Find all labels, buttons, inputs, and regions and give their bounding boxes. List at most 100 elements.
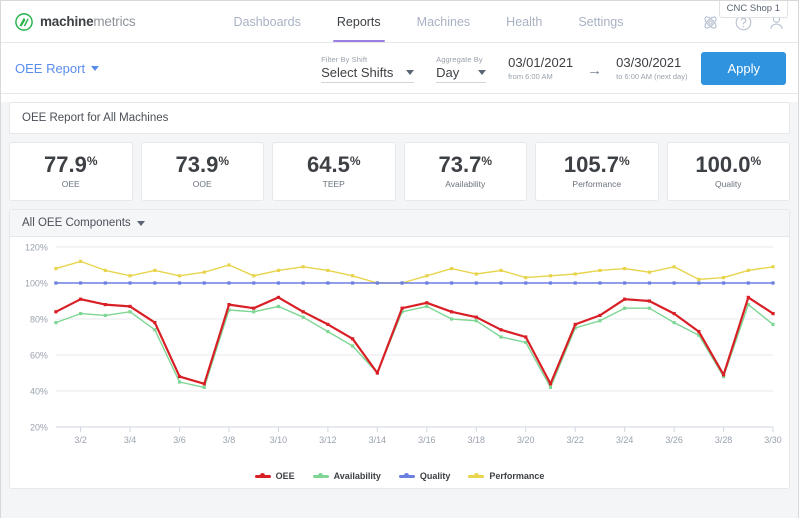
legend-item-oee[interactable]: OEE [254, 471, 295, 481]
aggregate-by-field: Aggregate By Day [436, 54, 487, 83]
kpi-card-row: 77.9% OEE 73.9% OOE 64.5% TEEP 73.7% Ava… [1, 134, 798, 201]
x-axis-tick-label: 3/18 [468, 435, 485, 445]
report-type-selector[interactable]: OEE Report [15, 60, 100, 76]
legend-item-availability[interactable]: Availability [312, 471, 381, 481]
start-date-time: from 6:00 AM [508, 71, 553, 81]
y-axis-tick-label: 20% [30, 422, 48, 432]
kpi-unit: % [86, 154, 98, 168]
report-content: OEE Report for All Machines 77.9% OEE 73… [1, 102, 798, 518]
kpi-number: 73.9 [175, 152, 219, 177]
x-axis-tick-label: 3/26 [665, 435, 682, 445]
kpi-number: 105.7 [563, 152, 619, 177]
legend-swatch-icon [254, 473, 271, 478]
kpi-number: 73.7 [438, 152, 482, 177]
kpi-card-quality: 100.0% Quality [666, 142, 790, 201]
nav-tab-settings[interactable]: Settings [560, 1, 641, 42]
kpi-value-ooe: 73.9% [176, 154, 230, 176]
kpi-unit: % [618, 154, 630, 168]
shift-filter-select[interactable]: Select Shifts [321, 64, 415, 83]
kpi-unit: % [349, 154, 361, 168]
filter-toolbar: OEE Report Filter By Shift Select Shifts… [1, 43, 798, 94]
x-axis-tick-label: 3/4 [124, 435, 136, 445]
nav-tab-health[interactable]: Health [488, 1, 560, 42]
kpi-value-availability: 73.7% [439, 154, 493, 176]
chart-legend: OEE Availability Quality Performance [10, 471, 789, 481]
chevron-down-icon [406, 69, 415, 75]
apply-button[interactable]: Apply [701, 52, 786, 85]
kpi-unit: % [750, 154, 762, 168]
x-axis-tick-label: 3/12 [319, 435, 336, 445]
x-axis-tick-label: 3/2 [74, 435, 86, 445]
legend-swatch-icon [398, 473, 415, 478]
start-date-picker[interactable]: 03/01/2021 from 6:00 AM [508, 55, 574, 81]
kpi-number: 64.5 [307, 152, 350, 177]
x-axis-tick-label: 3/6 [173, 435, 185, 445]
kpi-card-performance: 105.7% Performance [535, 142, 659, 201]
kpi-card-oee: 77.9% OEE [9, 142, 133, 201]
legend-label: Availability [333, 471, 381, 481]
chevron-down-icon [136, 220, 145, 226]
y-axis-tick-label: 120% [25, 242, 48, 252]
kpi-value-quality: 100.0% [695, 154, 761, 176]
legend-label: Quality [419, 471, 451, 481]
x-axis-tick-label: 3/14 [369, 435, 386, 445]
x-axis-tick-label: 3/16 [418, 435, 435, 445]
kpi-label-quality: Quality [715, 179, 742, 189]
kpi-card-ooe: 73.9% OOE [140, 142, 264, 201]
chart-series-quality [54, 281, 775, 285]
aggregate-by-label: Aggregate By [436, 54, 483, 64]
legend-label: OEE [275, 471, 295, 481]
aggregate-by-select[interactable]: Day [436, 64, 487, 83]
kpi-value-oee: 77.9% [44, 154, 98, 176]
x-axis-tick-label: 3/22 [566, 435, 583, 445]
chart-series-availability [54, 303, 775, 389]
legend-swatch-icon [468, 473, 485, 478]
brand-logo[interactable]: machinemetrics [15, 12, 136, 31]
report-scope-title: OEE Report for All Machines [9, 102, 790, 134]
top-navigation-bar: machinemetrics Dashboards Reports Machin… [1, 1, 798, 43]
end-date-time: to 6:00 AM (next day) [616, 71, 688, 81]
kpi-number: 77.9 [44, 152, 87, 177]
oee-line-chart[interactable]: 20% 40% 60% 80% 100% 120% 3/2 3/4 3/6 3/8 3/10 3/12… [10, 237, 789, 459]
kpi-unit: % [218, 154, 229, 168]
x-axis-tick-label: 3/30 [764, 435, 781, 445]
end-date-picker[interactable]: 03/30/2021 to 6:00 AM (next day) [616, 55, 688, 81]
kpi-unit: % [481, 154, 492, 168]
nav-tab-reports[interactable]: Reports [319, 1, 399, 42]
kpi-label-oee: OEE [61, 179, 80, 189]
legend-item-quality[interactable]: Quality [398, 471, 451, 481]
chart-plot-area: 20% 40% 60% 80% 100% 120% 3/2 3/4 3/6 3/8 3/10 3/12… [10, 237, 789, 485]
chart-title: All OEE Components [22, 217, 131, 229]
kpi-value-teep: 64.5% [307, 154, 361, 176]
y-axis-tick-label: 100% [25, 278, 48, 288]
x-axis-tick-label: 3/10 [270, 435, 287, 445]
kpi-label-performance: Performance [572, 179, 622, 189]
legend-item-performance[interactable]: Performance [468, 471, 544, 481]
nav-tab-machines[interactable]: Machines [399, 1, 489, 42]
report-type-label: OEE Report [15, 60, 86, 76]
y-axis-tick-label: 60% [30, 350, 48, 360]
start-date-value: 03/01/2021 [508, 55, 574, 71]
chevron-down-icon [478, 69, 487, 75]
kpi-number: 100.0 [695, 152, 751, 177]
shift-filter-field: Filter By Shift Select Shifts [321, 54, 415, 83]
oee-components-chart-card: All OEE Components 20% 40% 60% 80% 100% 120% 3… [9, 209, 790, 489]
nav-tab-dashboards[interactable]: Dashboards [215, 1, 318, 42]
chart-series-selector[interactable]: All OEE Components [10, 210, 789, 237]
x-axis-tick-label: 3/20 [517, 435, 534, 445]
oee-report-page: machinemetrics Dashboards Reports Machin… [0, 0, 799, 518]
kpi-value-performance: 105.7% [564, 154, 630, 176]
filter-controls: Filter By Shift Select Shifts Aggregate … [321, 43, 786, 94]
brand-light-text: metrics [93, 14, 136, 29]
legend-swatch-icon [312, 473, 329, 478]
shop-selector-chip[interactable]: CNC Shop 1 [718, 1, 788, 18]
x-axis-tick-label: 3/24 [616, 435, 633, 445]
aggregate-by-value: Day [436, 64, 460, 80]
primary-nav-tabs: Dashboards Reports Machines Health Setti… [215, 1, 641, 42]
y-axis-tick-label: 40% [30, 386, 48, 396]
shift-filter-value: Select Shifts [321, 64, 394, 80]
legend-label: Performance [489, 471, 545, 481]
shift-filter-label: Filter By Shift [321, 54, 368, 64]
atom-icon[interactable] [701, 13, 720, 32]
x-axis-tick-label: 3/28 [715, 435, 732, 445]
